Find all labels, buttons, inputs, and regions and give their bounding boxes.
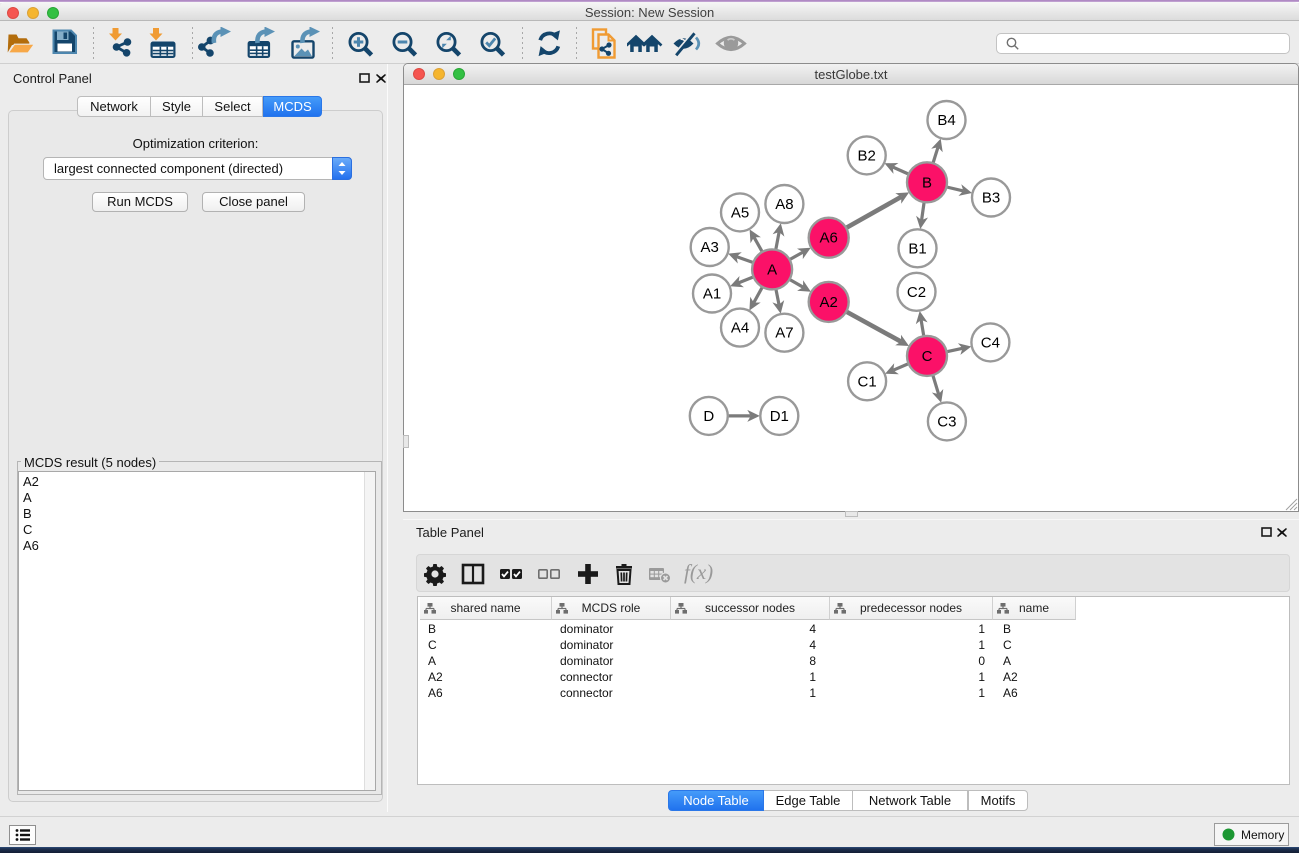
svg-text:A1: A1	[703, 286, 721, 303]
svg-text:A3: A3	[701, 239, 719, 256]
svg-text:C3: C3	[937, 413, 956, 430]
svg-text:B2: B2	[858, 147, 876, 164]
svg-text:D1: D1	[770, 408, 789, 425]
svg-text:C2: C2	[907, 284, 926, 301]
svg-text:B3: B3	[982, 190, 1000, 207]
svg-text:A5: A5	[731, 204, 749, 221]
svg-text:A8: A8	[775, 196, 793, 213]
svg-text:B4: B4	[937, 112, 955, 129]
svg-text:A: A	[767, 261, 777, 278]
svg-text:D: D	[703, 408, 714, 425]
svg-text:A7: A7	[775, 325, 793, 342]
svg-text:B1: B1	[908, 240, 926, 257]
svg-text:C1: C1	[858, 373, 877, 390]
svg-text:A6: A6	[820, 230, 838, 247]
svg-text:C4: C4	[981, 334, 1000, 351]
svg-text:A2: A2	[820, 294, 838, 311]
svg-text:A4: A4	[731, 320, 749, 337]
svg-text:C: C	[922, 348, 933, 365]
svg-text:B: B	[922, 174, 932, 191]
